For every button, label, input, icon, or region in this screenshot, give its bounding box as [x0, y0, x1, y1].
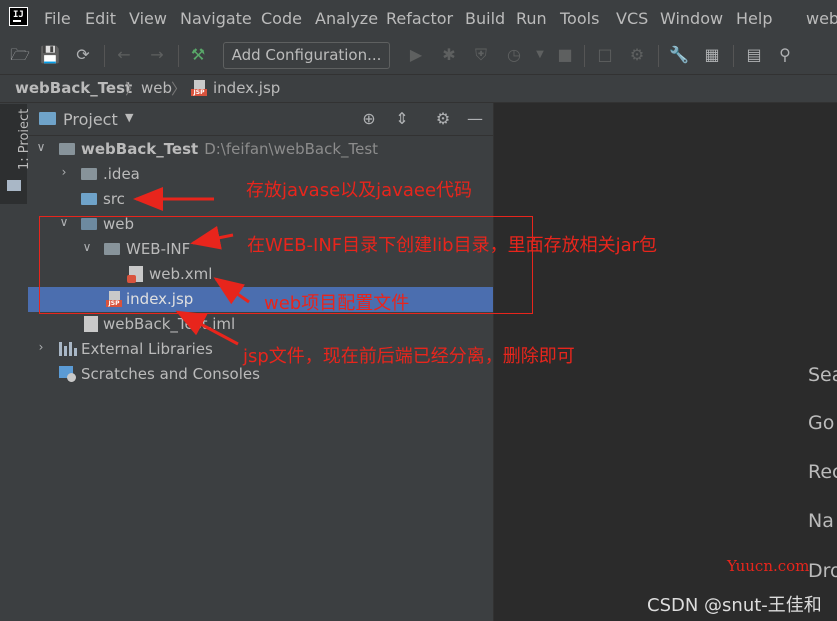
credit-text: CSDN @snut-王佳和 [647, 595, 822, 616]
watermark: Yuucn.com [727, 557, 810, 575]
arrow-to-web-inf [190, 225, 234, 250]
arrow-to-index-jsp [175, 310, 239, 346]
arrow-to-web-xml [213, 277, 250, 305]
annotation-arrows [133, 187, 250, 346]
